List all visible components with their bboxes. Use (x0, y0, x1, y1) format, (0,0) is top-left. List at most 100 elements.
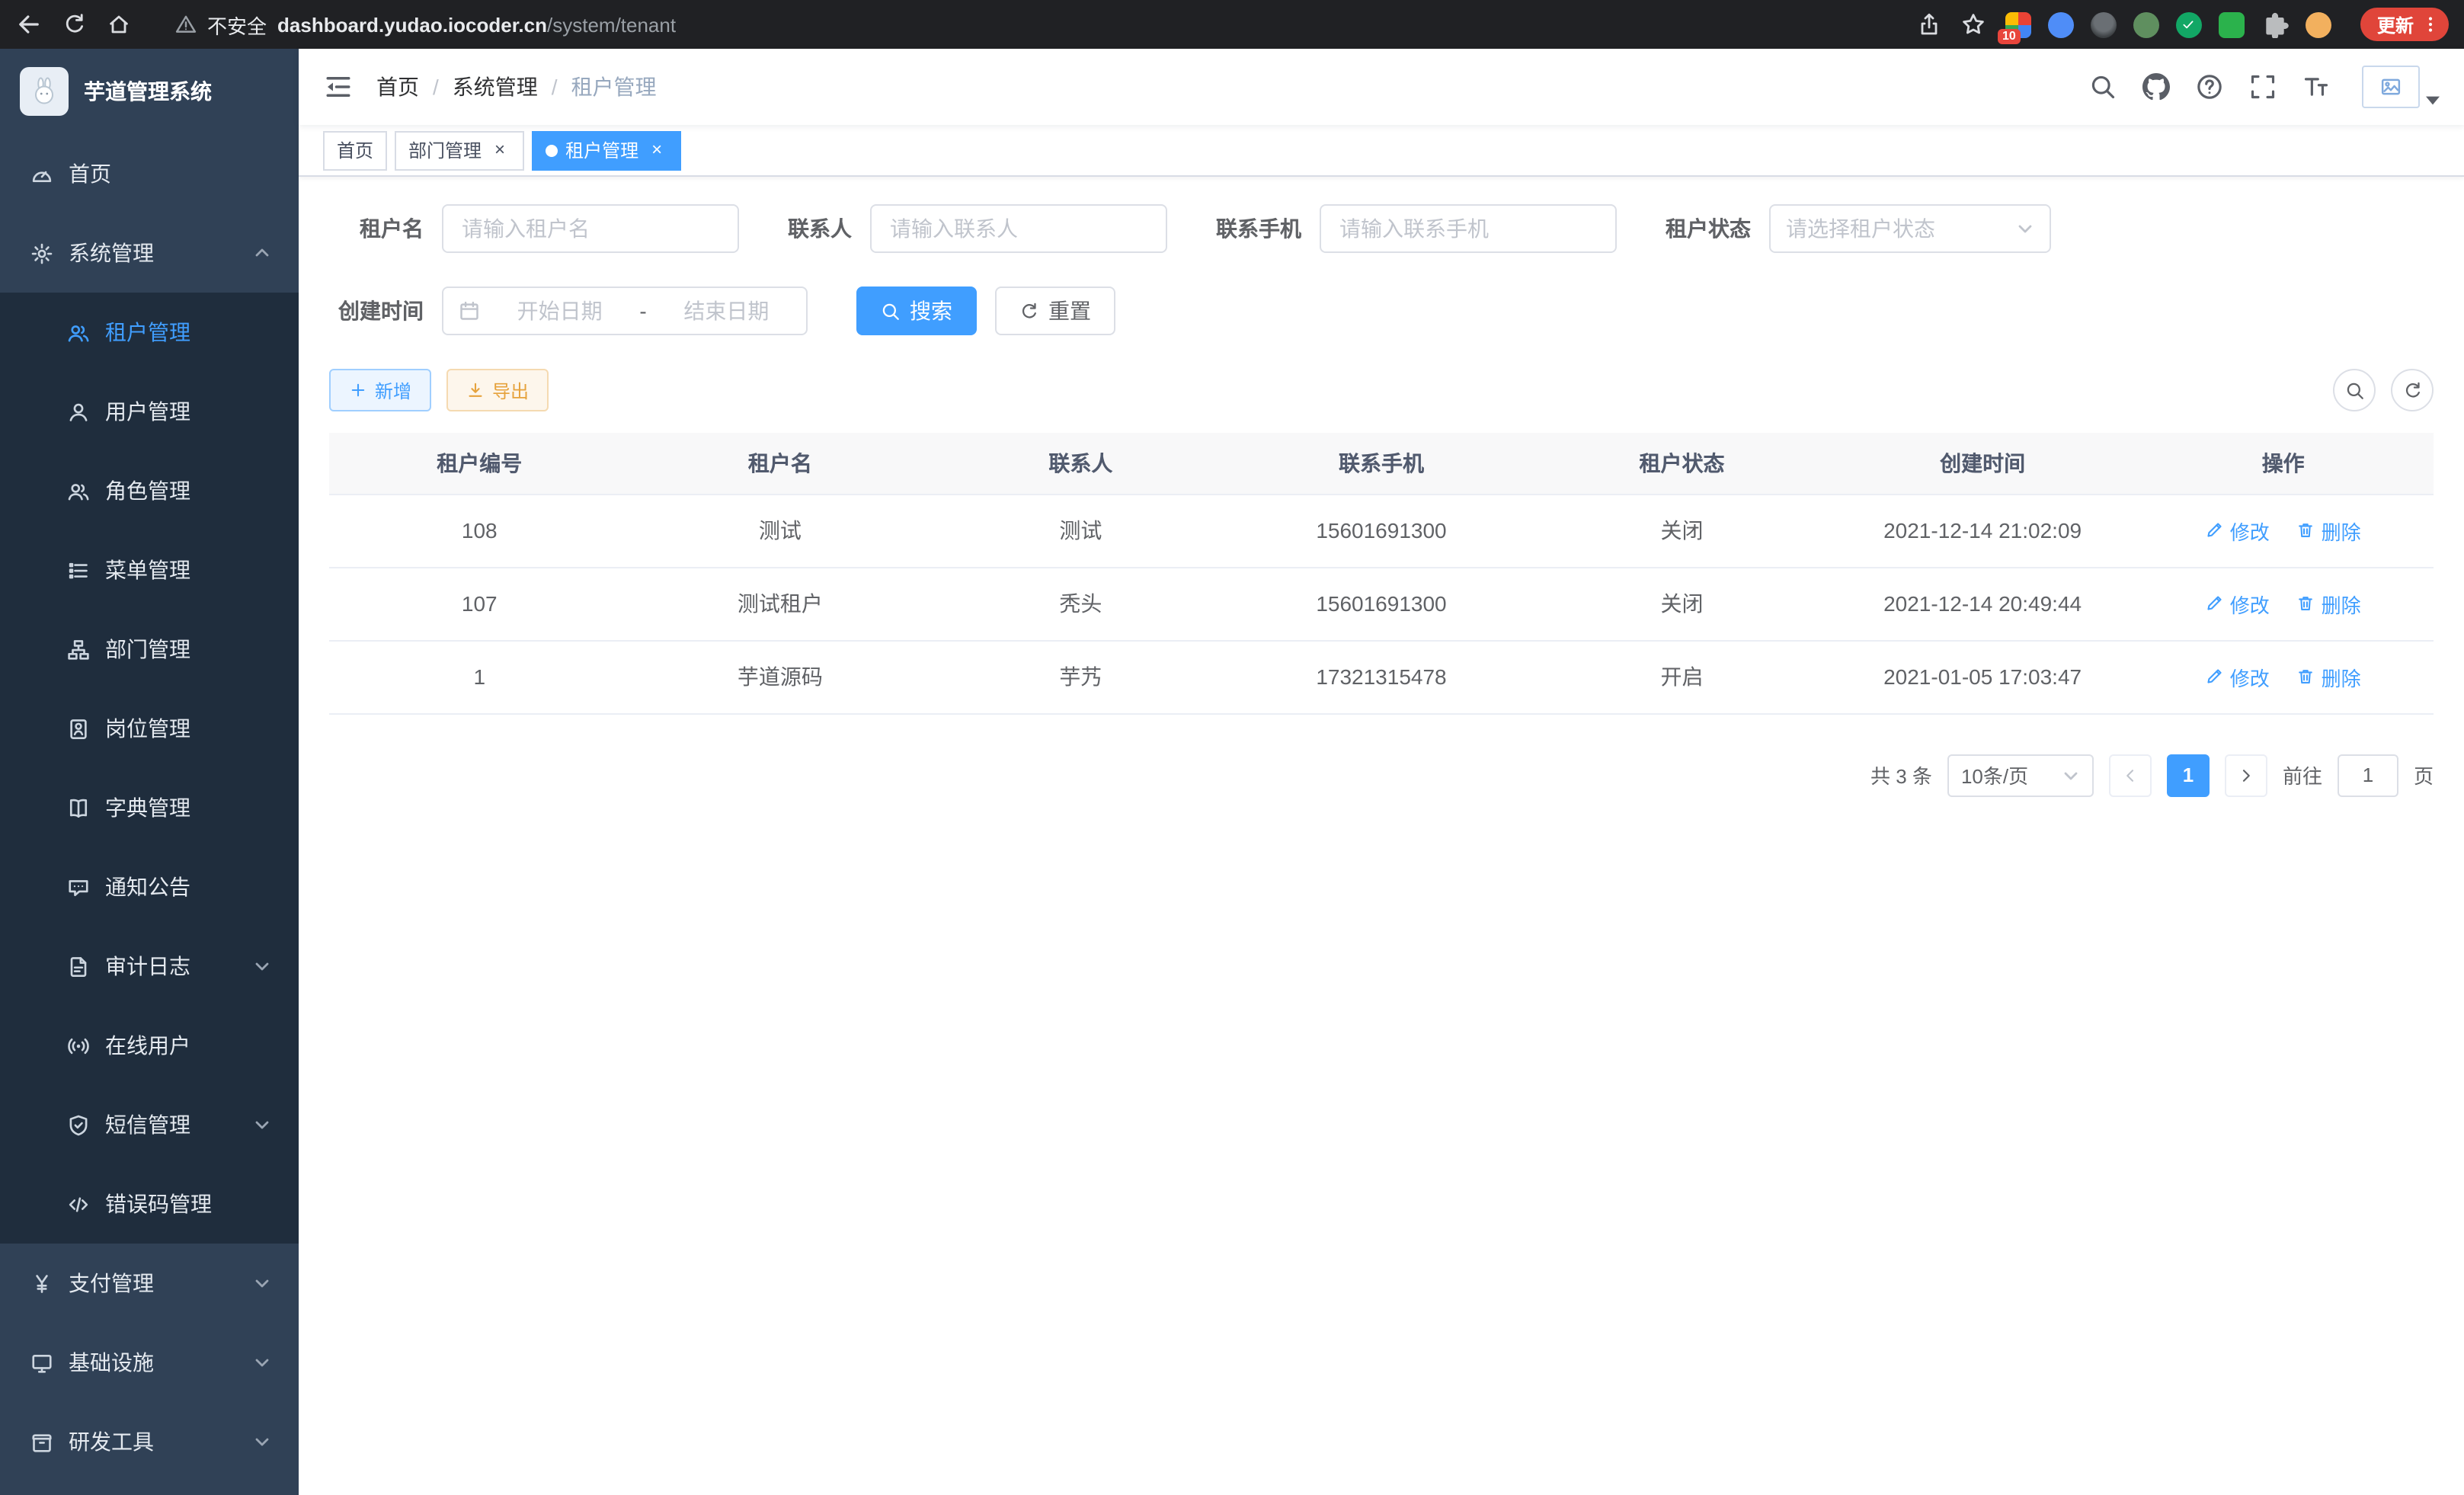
cell-tenant-id: 108 (329, 494, 630, 567)
filter-row-2: 创建时间 开始日期 - 结束日期 搜索 重置 (329, 287, 2434, 335)
help-icon[interactable] (2196, 73, 2223, 101)
code-icon (67, 1192, 90, 1215)
delete-button[interactable]: 删除 (2297, 662, 2361, 691)
extension-green-check-icon[interactable] (2176, 11, 2202, 37)
reset-button[interactable]: 重置 (995, 287, 1115, 335)
sidebar-item-label: 基础设施 (69, 1347, 154, 1378)
sidebar-item-label: 审计日志 (105, 951, 190, 981)
app-title: 芋道管理系统 (84, 76, 212, 107)
tab-close-icon[interactable]: × (489, 139, 510, 161)
download-icon (466, 381, 485, 399)
add-button[interactable]: 新增 (329, 369, 431, 411)
yen-icon (30, 1272, 53, 1295)
tab-dept[interactable]: 部门管理 × (395, 130, 524, 170)
sidebar-item-home[interactable]: 首页 (0, 134, 299, 213)
extension-olive-icon[interactable] (2133, 11, 2159, 37)
contact-label: 联系人 (788, 213, 852, 244)
bookmark-star-icon[interactable] (1961, 12, 1986, 37)
jump-page-input[interactable] (2338, 754, 2398, 796)
sidebar-item-role[interactable]: 角色管理 (0, 451, 299, 530)
search-icon[interactable] (2089, 73, 2117, 101)
sidebar-item-auditlog[interactable]: 审计日志 (0, 927, 299, 1006)
security-label: 不安全 (207, 10, 267, 39)
tenant-table: 租户编号 租户名 联系人 联系手机 租户状态 创建时间 操作 108 测试 (329, 433, 2434, 714)
breadcrumb-item-home[interactable]: 首页 (376, 72, 419, 102)
chevron-down-icon (253, 1353, 271, 1372)
search-button[interactable]: 搜索 (856, 287, 977, 335)
profile-avatar-icon[interactable] (2306, 11, 2331, 37)
fullscreen-icon[interactable] (2249, 73, 2277, 101)
delete-button[interactable]: 删除 (2297, 516, 2361, 545)
sidebar-item-user[interactable]: 用户管理 (0, 372, 299, 451)
column-header: 租户编号 (329, 433, 630, 494)
tab-tenant[interactable]: 租户管理 × (532, 130, 681, 170)
sidebar-item-sms[interactable]: 短信管理 (0, 1085, 299, 1164)
chevron-left-icon (2121, 766, 2139, 784)
sidebar-item-dept[interactable]: 部门管理 (0, 610, 299, 689)
sidebar-item-errcode[interactable]: 错误码管理 (0, 1164, 299, 1244)
github-icon[interactable] (2142, 73, 2170, 101)
table-toolbar: 新增 导出 (329, 369, 2434, 411)
cell-status: 开启 (1531, 640, 1832, 713)
caret-down-icon (2426, 96, 2440, 105)
status-select[interactable]: 请选择租户状态 (1769, 204, 2051, 253)
browser-reload-icon[interactable] (62, 12, 87, 37)
browser-back-icon[interactable] (15, 11, 43, 38)
sidebar-item-notice[interactable]: 通知公告 (0, 847, 299, 927)
sidebar-item-infra[interactable]: 基础设施 (0, 1323, 299, 1402)
gear-icon (30, 242, 53, 264)
sidebar-item-dict[interactable]: 字典管理 (0, 768, 299, 847)
breadcrumb-item-current: 租户管理 (571, 72, 657, 102)
toggle-search-button[interactable] (2333, 369, 2376, 411)
extension-colorful-icon[interactable]: 10 (2005, 11, 2031, 37)
sidebar-item-menu[interactable]: 菜单管理 (0, 530, 299, 610)
chevron-down-icon (2016, 219, 2034, 238)
tenant-name-input[interactable] (442, 204, 739, 253)
font-size-icon[interactable] (2302, 73, 2330, 101)
sidebar-item-tools[interactable]: 研发工具 (0, 1402, 299, 1481)
sidebar-item-tenant[interactable]: 租户管理 (0, 293, 299, 372)
app-logo[interactable]: 芋道管理系统 (0, 49, 299, 134)
export-button[interactable]: 导出 (446, 369, 549, 411)
cell-tenant-name: 芋道源码 (630, 640, 931, 713)
contact-input[interactable] (870, 204, 1167, 253)
refresh-table-button[interactable] (2391, 369, 2434, 411)
prev-page-button[interactable] (2109, 754, 2152, 796)
edit-button[interactable]: 修改 (2206, 589, 2270, 618)
edit-button[interactable]: 修改 (2206, 662, 2270, 691)
page-size-select[interactable]: 10条/页 (1947, 754, 2094, 796)
extension-blue-icon[interactable] (2048, 11, 2074, 37)
browser-home-icon[interactable] (107, 12, 131, 37)
user-avatar-menu[interactable] (2362, 66, 2440, 108)
edit-button[interactable]: 修改 (2206, 516, 2270, 545)
extensions-puzzle-icon[interactable] (2261, 11, 2289, 38)
share-icon[interactable] (1917, 12, 1941, 37)
chevron-down-icon (253, 1274, 271, 1292)
phone-input[interactable] (1320, 204, 1617, 253)
avatar-broken-image-icon (2362, 66, 2420, 108)
extension-dark-icon[interactable] (2091, 11, 2117, 37)
sidebar-item-post[interactable]: 岗位管理 (0, 689, 299, 768)
sidebar-item-pay[interactable]: 支付管理 (0, 1244, 299, 1323)
extension-green-square-icon[interactable] (2219, 11, 2245, 37)
tab-close-icon[interactable]: × (646, 139, 667, 161)
browser-update-button[interactable]: 更新 (2360, 8, 2449, 41)
sidebar-item-system[interactable]: 系统管理 (0, 213, 299, 293)
delete-button[interactable]: 删除 (2297, 589, 2361, 618)
sidebar-item-label: 通知公告 (105, 872, 190, 902)
address-bar[interactable]: 不安全 dashboard.yudao.iocoder.cn/system/te… (175, 10, 676, 39)
plus-icon (349, 381, 367, 399)
sidebar: 芋道管理系统 首页 系统管理 租户管理 (0, 49, 299, 1495)
hamburger-icon[interactable] (323, 72, 354, 102)
log-icon (67, 955, 90, 978)
page-number-1[interactable]: 1 (2167, 754, 2210, 796)
screen: 不安全 dashboard.yudao.iocoder.cn/system/te… (0, 0, 2464, 1495)
next-page-button[interactable] (2225, 754, 2267, 796)
sidebar-item-online[interactable]: 在线用户 (0, 1006, 299, 1085)
breadcrumb: 首页 / 系统管理 / 租户管理 (376, 72, 657, 102)
users-icon (67, 321, 90, 344)
tab-home[interactable]: 首页 (323, 130, 387, 170)
breadcrumb-item-system[interactable]: 系统管理 (453, 72, 538, 102)
create-time-range-picker[interactable]: 开始日期 - 结束日期 (442, 287, 808, 335)
sidebar-item-label: 岗位管理 (105, 713, 190, 744)
